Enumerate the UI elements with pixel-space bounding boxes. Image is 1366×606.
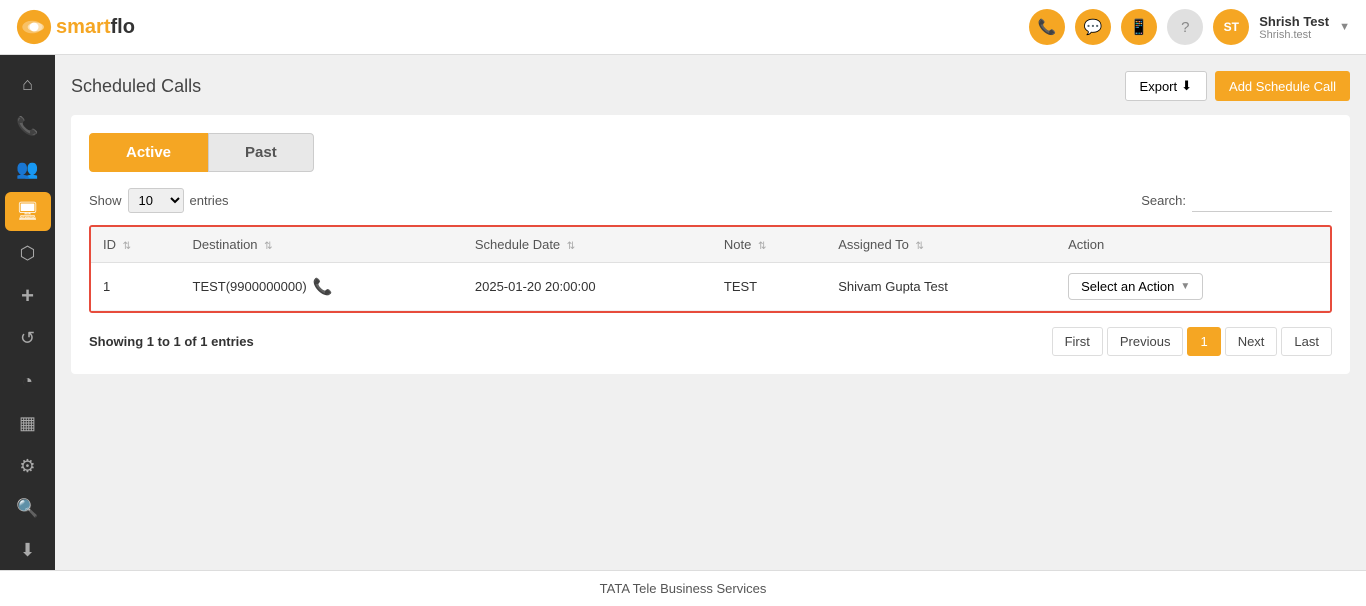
footer-text: TATA Tele Business Services [600,581,767,596]
table-header-row: ID ⇅ Destination ⇅ Schedule Date ⇅ [91,227,1330,263]
action-dropdown-icon: ▼ [1180,281,1190,292]
logo: smartflo [16,9,135,45]
next-page-button[interactable]: Next [1225,327,1278,356]
user-dropdown-icon[interactable]: ▼ [1339,21,1350,33]
header: smartflo 📞 💬 📱 ? ST Shrish Test Shrish.t… [0,0,1366,55]
sort-icon-note: ⇅ [758,241,766,252]
page-actions: Export ⬇ Add Schedule Call [1125,71,1350,101]
pagination-buttons: First Previous 1 Next Last [1052,327,1332,356]
pagination-row: Showing 1 to 1 of 1 entries First Previo… [89,327,1332,356]
sidebar-item-calls[interactable]: 📞 [5,107,51,145]
user-avatar: ST [1213,9,1249,45]
entries-select[interactable]: 10 25 50 100 [128,188,184,213]
last-page-button[interactable]: Last [1281,327,1332,356]
footer: TATA Tele Business Services [0,570,1366,606]
showing-entries: entries [211,334,254,349]
pagination-info: Showing 1 to 1 of 1 entries [89,334,254,349]
sms-header-btn[interactable]: 💬 [1075,9,1111,45]
sort-icon-destination: ⇅ [264,241,272,252]
table-wrapper: ID ⇅ Destination ⇅ Schedule Date ⇅ [89,225,1332,313]
user-name: Shrish Test [1259,14,1329,29]
cell-id: 1 [91,263,181,311]
scheduled-calls-table: ID ⇅ Destination ⇅ Schedule Date ⇅ [91,227,1330,311]
show-label: Show [89,193,122,208]
show-entries-left: Show 10 25 50 100 entries [89,188,229,213]
search-label: Search: [1141,193,1186,208]
export-icon: ⬇ [1181,78,1192,94]
search-input[interactable] [1192,190,1332,212]
help-header-btn[interactable]: ? [1167,9,1203,45]
sidebar-item-add[interactable]: + [5,277,51,315]
sidebar-item-contacts[interactable]: 👥 [5,150,51,188]
cell-action: Select an Action ▼ [1056,263,1330,311]
logo-icon [16,9,52,45]
logo-text: smartflo [56,16,135,39]
export-button[interactable]: Export ⬇ [1125,71,1207,101]
main-card: Active Past Show 10 25 50 100 entries [71,115,1350,374]
user-menu[interactable]: Shrish Test Shrish.test [1259,14,1329,41]
cell-destination: TEST(9900000000) 📞 [181,263,463,311]
col-assigned-to: Assigned To ⇅ [826,227,1056,263]
tabs: Active Past [89,133,1332,172]
page-header: Scheduled Calls Export ⬇ Add Schedule Ca… [71,71,1350,101]
page-title: Scheduled Calls [71,76,201,97]
sort-icon-id: ⇅ [123,241,131,252]
search-area: Search: [1141,190,1332,212]
add-schedule-button[interactable]: Add Schedule Call [1215,71,1350,101]
sort-icon-date: ⇅ [567,241,575,252]
sidebar-item-network[interactable]: ⬡ [5,235,51,273]
sidebar-item-gear[interactable]: ⚙ [5,447,51,485]
action-select-button[interactable]: Select an Action ▼ [1068,273,1203,300]
phone-header-btn[interactable]: 📞 [1029,9,1065,45]
cell-schedule-date: 2025-01-20 20:00:00 [463,263,712,311]
sidebar-item-chart[interactable]: ◔ [5,362,51,400]
sidebar-item-monitor[interactable]: 🖥 [5,192,51,230]
prev-page-button[interactable]: Previous [1107,327,1184,356]
first-page-button[interactable]: First [1052,327,1103,356]
sidebar: ⌂ 📞 👥 🖥 ⬡ + ↺ ◔ ▦ ⚙ 🔍 ⬇ [0,55,55,570]
sidebar-item-home[interactable]: ⌂ [5,65,51,103]
content-area: Scheduled Calls Export ⬇ Add Schedule Ca… [55,55,1366,570]
action-label: Select an Action [1081,279,1174,294]
sidebar-item-bar[interactable]: ▦ [5,404,51,442]
table-row: 1 TEST(9900000000) 📞 2025-01-20 20:00:00… [91,263,1330,311]
call-header-btn[interactable]: 📱 [1121,9,1157,45]
destination-call-icon: 📞 [313,277,333,297]
col-destination: Destination ⇅ [181,227,463,263]
col-action: Action [1056,227,1330,263]
entries-label: entries [190,193,229,208]
cell-note: TEST [712,263,826,311]
tab-active[interactable]: Active [89,133,208,172]
export-label: Export [1140,79,1178,94]
show-entries-row: Show 10 25 50 100 entries Search: [89,188,1332,213]
col-id: ID ⇅ [91,227,181,263]
user-sub: Shrish.test [1259,29,1329,41]
destination-text: TEST(9900000000) [193,279,307,294]
showing-text: Showing [89,334,143,349]
sidebar-item-refresh[interactable]: ↺ [5,320,51,358]
col-note: Note ⇅ [712,227,826,263]
tab-past[interactable]: Past [208,133,314,172]
cell-assigned-to: Shivam Gupta Test [826,263,1056,311]
sidebar-item-search[interactable]: 🔍 [5,489,51,527]
showing-range: 1 to 1 of 1 [147,334,208,349]
current-page-button[interactable]: 1 [1187,327,1220,356]
sidebar-item-download[interactable]: ⬇ [5,532,51,570]
header-right: 📞 💬 📱 ? ST Shrish Test Shrish.test ▼ [1029,9,1350,45]
main-layout: ⌂ 📞 👥 🖥 ⬡ + ↺ ◔ ▦ ⚙ 🔍 ⬇ Scheduled Calls … [0,55,1366,570]
destination-cell: TEST(9900000000) 📞 [193,277,451,297]
col-schedule-date: Schedule Date ⇅ [463,227,712,263]
sort-icon-assigned: ⇅ [915,241,923,252]
